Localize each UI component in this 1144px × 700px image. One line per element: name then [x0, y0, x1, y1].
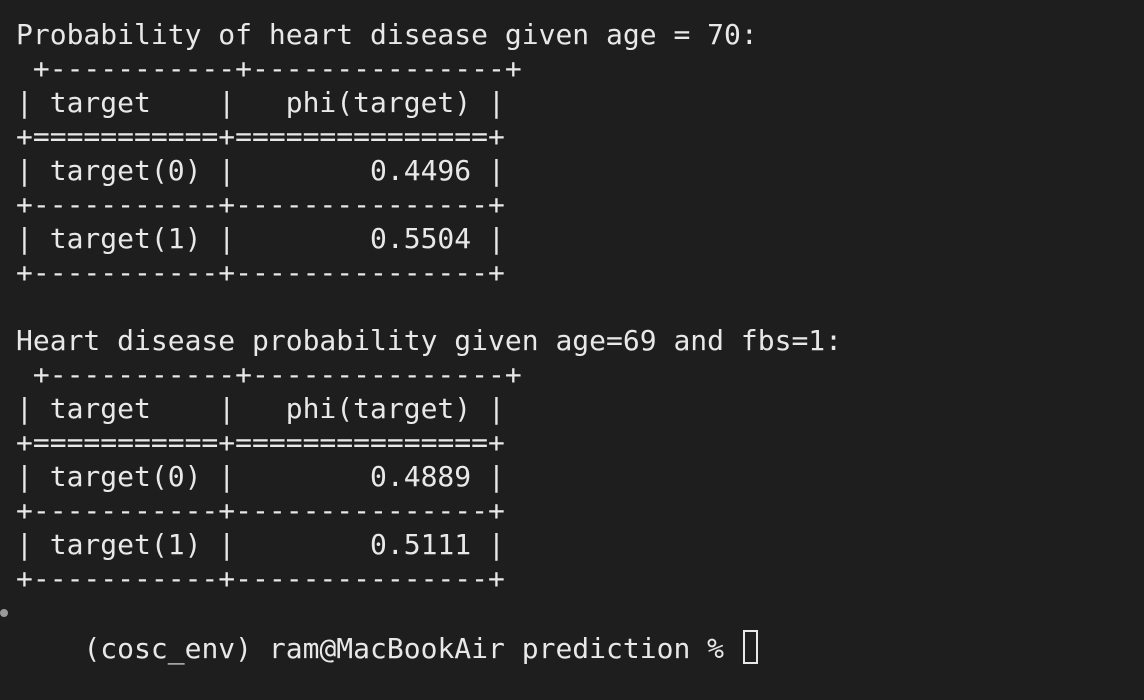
prompt-status-dot-icon — [0, 609, 8, 617]
table-row: | target(1) | 0.5504 | — [16, 222, 505, 255]
command-prompt[interactable]: (cosc_env) ram@MacBookAir prediction % — [0, 596, 758, 665]
text-cursor — [742, 630, 758, 664]
table-row: | target(0) | 0.4889 | — [16, 460, 505, 493]
table-border: +-----------+---------------+ — [16, 562, 505, 595]
terminal-output[interactable]: Probability of heart disease given age =… — [0, 14, 1136, 665]
table-row: | target(1) | 0.5111 | — [16, 528, 505, 561]
table-border: +-----------+---------------+ — [16, 256, 505, 289]
table-border: +-----------+---------------+ — [16, 188, 505, 221]
prompt-text: (cosc_env) ram@MacBookAir prediction % — [83, 632, 741, 665]
table-row: | target(0) | 0.4496 | — [16, 154, 505, 187]
table-header-separator: +===========+===============+ — [16, 426, 505, 459]
table-border: +-----------+---------------+ — [16, 494, 505, 527]
query-title-1: Probability of heart disease given age =… — [16, 18, 758, 51]
table-border: +-----------+---------------+ — [16, 52, 522, 85]
table-border: +-----------+---------------+ — [16, 358, 522, 391]
table-header: | target | phi(target) | — [16, 86, 505, 119]
table-header: | target | phi(target) | — [16, 392, 505, 425]
query-title-2: Heart disease probability given age=69 a… — [16, 324, 843, 357]
table-header-separator: +===========+===============+ — [16, 120, 505, 153]
